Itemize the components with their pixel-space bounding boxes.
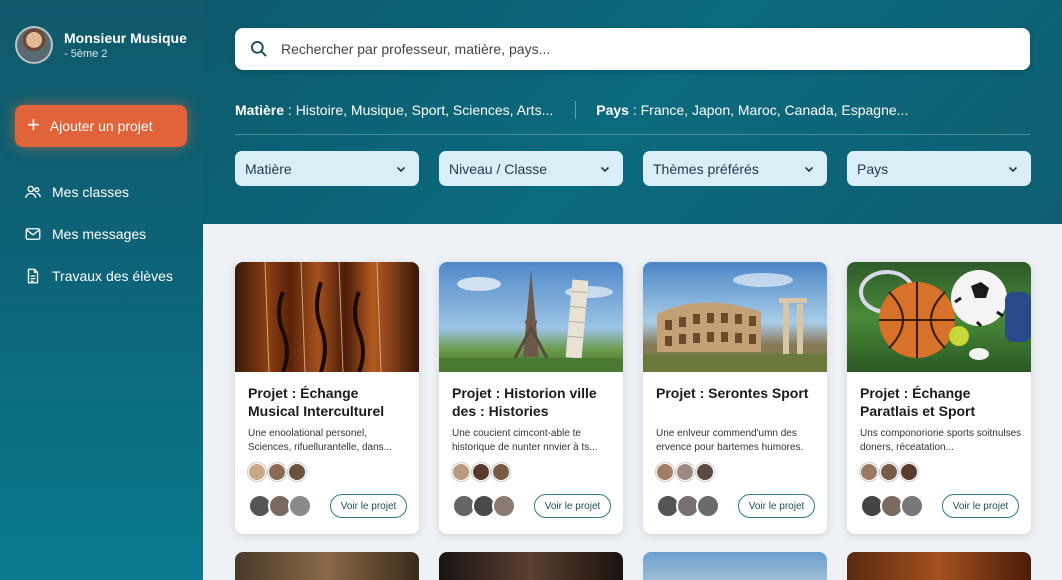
project-card[interactable]: Projet : Échange Paratlais et Sport Uns …	[847, 262, 1031, 534]
project-image	[439, 262, 623, 372]
chevron-down-icon	[1008, 166, 1018, 172]
project-image	[235, 262, 419, 372]
subject-filter-key: Matière	[235, 102, 285, 118]
avatar	[696, 494, 720, 518]
themes-dropdown[interactable]: Thèmes préférés	[643, 151, 827, 186]
avatar	[880, 463, 898, 481]
add-project-button[interactable]: + Ajouter un projet	[15, 105, 187, 147]
avatar	[288, 494, 312, 518]
dropdown-label: Thèmes préférés	[653, 160, 759, 177]
project-card[interactable]: Projet : Historion ville des : Histories…	[439, 262, 623, 534]
project-title: Projet : Échange Paratlais et Sport	[860, 385, 976, 419]
chevron-down-icon	[396, 166, 406, 172]
sidebar: Monsieur Musique - 5ème 2 + Ajouter un p…	[0, 0, 203, 580]
search-icon	[250, 41, 267, 57]
project-image	[643, 262, 827, 372]
project-title: Projet : Serontes Sport	[656, 385, 809, 401]
avatar	[452, 463, 470, 481]
avatar	[288, 463, 306, 481]
country-filter-key: Pays	[596, 102, 629, 118]
filter-header: Matière : Histoire, Musique, Sport, Scie…	[203, 0, 1062, 224]
subject-filter-values: : Histoire, Musique, Sport, Sciences, Ar…	[284, 102, 554, 118]
avatar	[676, 463, 694, 481]
teacher-avatars	[656, 494, 720, 518]
sidebar-item-student-work[interactable]: Travaux des élèves	[24, 264, 173, 288]
country-filter-values: : France, Japon, Maroc, Canada, Espagne.…	[628, 102, 909, 118]
document-icon	[27, 268, 39, 284]
add-project-label: Ajouter un projet	[49, 118, 153, 134]
filter-dropdowns: Matière Niveau / Classe Thèmes préférés …	[235, 151, 1031, 186]
avatar	[492, 494, 516, 518]
project-description: Une enoolational personel, Sciences, rif…	[248, 428, 392, 453]
participant-avatars	[656, 463, 714, 481]
project-description: Une enlveur commend'umn des ervence pour…	[656, 428, 804, 453]
plus-icon: +	[27, 112, 40, 137]
avatar	[860, 463, 878, 481]
sidebar-item-classes[interactable]: Mes classes	[24, 180, 173, 204]
avatar	[900, 494, 924, 518]
avatar	[248, 463, 266, 481]
country-dropdown[interactable]: Pays	[847, 151, 1031, 186]
active-filters: Matière : Histoire, Musique, Sport, Scie…	[235, 100, 1030, 120]
avatar	[900, 463, 918, 481]
project-grid: Projet : Échange Musical Interculturel U…	[235, 262, 1031, 534]
avatar	[268, 463, 286, 481]
users-icon	[25, 185, 41, 199]
view-project-button[interactable]: Voir le projet	[330, 494, 407, 518]
view-project-button[interactable]: Voir le projet	[534, 494, 611, 518]
teacher-avatars	[248, 494, 312, 518]
project-grid-row-2	[235, 552, 1031, 580]
teacher-avatars	[860, 494, 924, 518]
project-card[interactable]: Projet : Serontes Sport Une enlveur comm…	[643, 262, 827, 534]
avatar	[472, 463, 490, 481]
project-title: Projet : Échange Musical Interculturel	[248, 385, 385, 419]
project-image	[847, 262, 1031, 372]
sidebar-item-label: Travaux des élèves	[52, 268, 173, 284]
divider	[235, 134, 1030, 135]
user-profile[interactable]: Monsieur Musique - 5ème 2	[15, 26, 187, 64]
avatar	[492, 463, 510, 481]
project-description: Une coucient cimcont-able te historique …	[452, 428, 598, 453]
project-card-partial[interactable]	[847, 552, 1031, 580]
level-dropdown[interactable]: Niveau / Classe	[439, 151, 623, 186]
avatar	[656, 463, 674, 481]
chevron-down-icon	[804, 166, 814, 172]
sidebar-nav: Mes classes Mes messages Travaux des élè…	[24, 180, 173, 306]
project-card-partial[interactable]	[235, 552, 419, 580]
sidebar-item-messages[interactable]: Mes messages	[24, 222, 173, 246]
project-card-partial[interactable]	[439, 552, 623, 580]
avatar	[696, 463, 714, 481]
sidebar-item-label: Mes classes	[52, 184, 130, 200]
project-title: Projet : Historion ville des : Histories	[452, 385, 597, 419]
chevron-down-icon	[600, 166, 610, 172]
subject-dropdown[interactable]: Matière	[235, 151, 419, 186]
dropdown-label: Matière	[245, 160, 292, 177]
participant-avatars	[248, 463, 306, 481]
divider	[575, 101, 577, 119]
project-card[interactable]: Projet : Échange Musical Interculturel U…	[235, 262, 419, 534]
user-name: Monsieur Musique	[64, 30, 187, 46]
search-bar[interactable]	[235, 28, 1030, 70]
project-card-partial[interactable]	[643, 552, 827, 580]
participant-avatars	[860, 463, 918, 481]
project-description: Uns componoriorie sports soitnulses done…	[860, 428, 1022, 453]
avatar	[15, 26, 53, 64]
view-project-button[interactable]: Voir le projet	[738, 494, 815, 518]
participant-avatars	[452, 463, 510, 481]
view-project-button[interactable]: Voir le projet	[942, 494, 1019, 518]
search-input[interactable]	[281, 41, 1001, 57]
sidebar-item-label: Mes messages	[52, 226, 147, 242]
dropdown-label: Pays	[857, 160, 889, 177]
teacher-avatars	[452, 494, 516, 518]
dropdown-label: Niveau / Classe	[449, 160, 548, 177]
user-subtitle: - 5ème 2	[64, 48, 108, 60]
mail-icon	[25, 228, 41, 240]
